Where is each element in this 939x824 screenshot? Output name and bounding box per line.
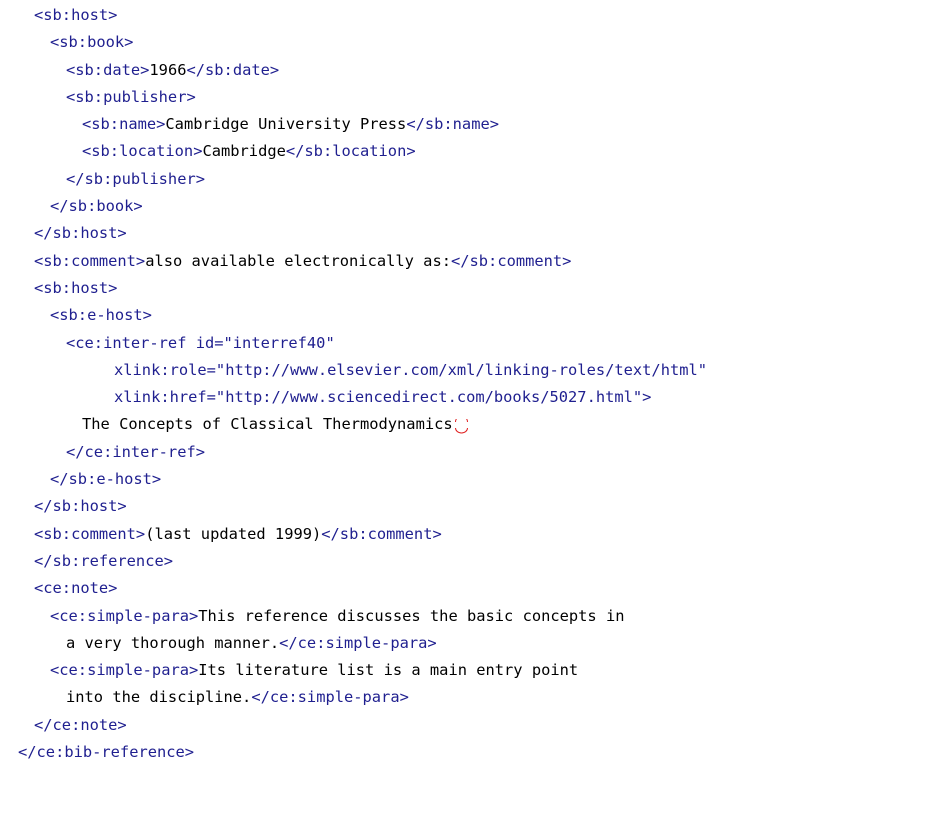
code-line: a very thorough manner.</ce:simple-para> [0,630,707,657]
code-line: <sb:comment>also available electronicall… [0,248,707,275]
code-line: <sb:location>Cambridge</sb:location> [0,138,707,165]
xml-text: Cambridge University Press [165,115,407,134]
xml-tag: <sb:e-host> [50,306,152,325]
xml-tag: </sb:host> [34,497,127,516]
xml-text: 1966 [149,60,187,79]
xml-tag: </ce:bib-reference> [18,743,195,762]
xml-text: into the discipline. [66,688,252,707]
xml-tag: <sb:host> [34,278,118,297]
xml-tag: <sb:book> [50,33,134,52]
code-line: <sb:name>Cambridge University Press</sb:… [0,111,707,138]
code-line: <ce:simple-para>Its literature list is a… [0,657,707,684]
code-line: </sb:host> [0,493,707,520]
code-line: </sb:book> [0,193,707,220]
code-line: <sb:host> [0,275,707,302]
xml-tag: <sb:name> [82,115,166,134]
code-line: <sb:date>1966</sb:date> [0,57,707,84]
xml-tag: <ce:note> [34,579,118,598]
code-line: <sb:publisher> [0,84,707,111]
code-line: </ce:bib-reference> [0,739,707,766]
xml-tag: <sb:date> [66,60,150,79]
xml-tag: xlink:role="http://www.elsevier.com/xml/… [114,360,708,379]
xml-tag: </sb:name> [406,115,499,134]
code-line: The Concepts of Classical Thermodynamics [0,411,707,438]
xml-text: Cambridge [202,142,286,161]
xml-code-listing: <sb:host> <sb:book> <sb:date>1966</sb:date… [0,2,707,766]
code-line: </ce:inter-ref> [0,439,707,466]
xml-text: Its literature list is a main entry poin… [198,661,579,680]
xml-tag: <ce:inter-ref id="interref40" [66,333,335,352]
code-line: </sb:publisher> [0,166,707,193]
code-line: <ce:simple-para>This reference discusses… [0,603,707,630]
xml-tag: </sb:book> [50,197,143,216]
code-line: </ce:note> [0,712,707,739]
xml-tag: <sb:location> [82,142,203,161]
code-line: <sb:book> [0,29,707,56]
code-line: <sb:e-host> [0,302,707,329]
code-line: into the discipline.</ce:simple-para> [0,684,707,711]
xml-tag: </sb:publisher> [66,169,205,188]
code-line: </sb:host> [0,220,707,247]
code-line: xlink:role="http://www.elsevier.com/xml/… [0,357,707,384]
code-line: <sb:comment>(last updated 1999)</sb:comm… [0,521,707,548]
xml-tag: <ce:simple-para> [50,661,199,680]
code-line: </sb:reference> [0,548,707,575]
xml-tag: </ce:simple-para> [279,633,437,652]
xml-text: also available electronically as: [145,251,451,270]
xml-tag: <sb:publisher> [66,87,196,106]
xml-tag: </sb:date> [186,60,280,79]
xml-tag: <sb:comment> [34,524,146,543]
xml-tag: </ce:note> [34,715,127,734]
xml-tag: </sb:comment> [450,251,572,270]
xml-tag: </ce:simple-para> [251,688,409,707]
xml-tag: </sb:comment> [321,524,442,543]
xml-tag: <sb:host> [34,6,118,24]
xml-text: The Concepts of Classical Thermodynamics [82,415,453,434]
xml-tag: <sb:comment> [34,251,146,270]
xml-tag: </sb:e-host> [50,470,162,489]
xml-tag: xlink:href="http://www.sciencedirect.com… [114,388,652,407]
line-wrap-icon [454,415,469,434]
xml-tag: </ce:inter-ref> [66,442,205,461]
xml-text: (last updated 1999) [145,524,322,543]
code-line: xlink:href="http://www.sciencedirect.com… [0,384,707,411]
code-line: </sb:e-host> [0,466,707,493]
xml-text: This reference discusses the basic conce… [198,606,625,625]
xml-tag: </sb:reference> [34,551,173,570]
code-line: <sb:host> [0,2,707,29]
xml-tag: </sb:location> [285,142,416,161]
xml-text: a very thorough manner. [66,633,280,652]
code-line: <ce:note> [0,575,707,602]
xml-tag: </sb:host> [34,224,127,243]
xml-tag: <ce:simple-para> [50,606,199,625]
code-line: <ce:inter-ref id="interref40" [0,330,707,357]
